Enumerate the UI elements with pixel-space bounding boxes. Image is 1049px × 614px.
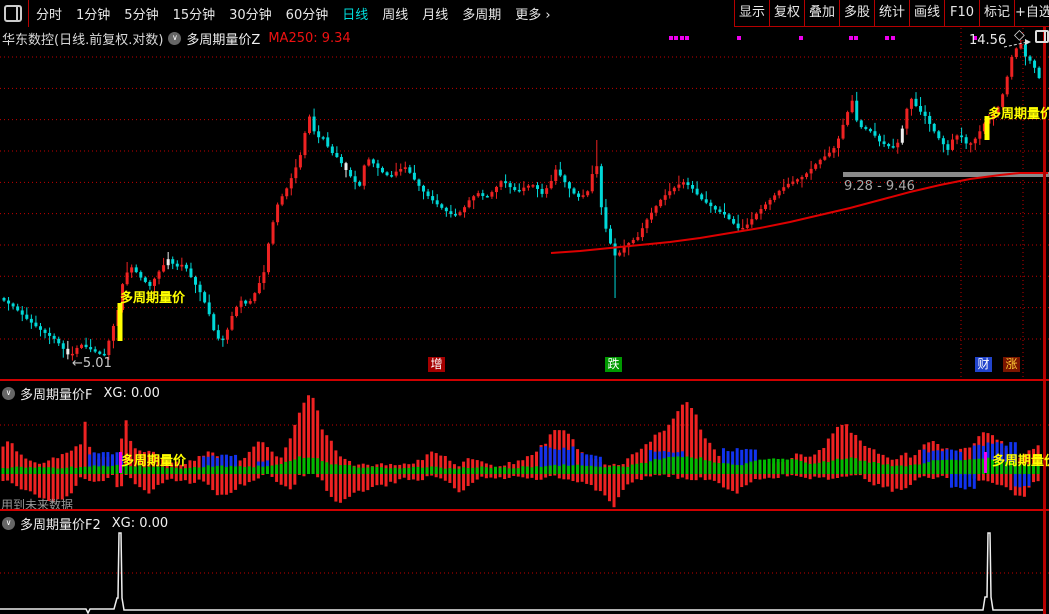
toolbar-button-4[interactable]: 统计 [874,0,909,26]
toolbar-button-6[interactable]: F10 [944,0,979,26]
menu-period-9[interactable]: 多周期 [455,4,508,23]
menu-period-3[interactable]: 15分钟 [166,4,223,23]
toolbar-button-8[interactable]: +自选 [1014,0,1049,26]
menu-period-4[interactable]: 30分钟 [222,4,279,23]
toolbar-button-3[interactable]: 多股 [839,0,874,26]
menu-period-6[interactable]: 日线 [335,4,375,23]
signal-label-panel2-left: 多周期量价 [121,454,187,469]
signal-label-panel2-right: 多周期量价 [992,454,1049,469]
high-price-label: 14.56 [969,33,1007,48]
layout-panel-icon[interactable] [4,5,22,22]
low-price-label: ←5.01 [72,356,112,371]
split-window-icon[interactable] [1035,30,1049,43]
toolbar-buttons: 显示 复权 叠加 多股 统计 画线 F10 标记 +自选 [734,0,1049,27]
chevron-down-icon[interactable]: ∨ [168,32,182,45]
instrument-title: 华东数控(日线.前复权.对数) [2,33,164,48]
menu-period-2[interactable]: 5分钟 [117,4,165,23]
top-toolbar: 分时 1分钟 5分钟 15分钟 30分钟 60分钟 日线 周线 月线 多周期 更多 › 显示 复权 叠加… [0,0,1049,27]
chevron-down-icon[interactable]: ∨ [2,517,15,530]
ma250-line [550,172,1048,254]
panel2-xg-value: XG: 0.00 [103,386,160,401]
magenta-ticks [669,36,977,40]
event-badge-1[interactable]: 跌 [605,357,622,372]
band-range-label: 9.28 - 9.46 [844,179,915,194]
signal-label-main-left: 多周期量价 [120,291,186,306]
diamond-marker-icon[interactable]: ◇ [1014,27,1025,43]
toolbar-button-7[interactable]: 标记 [979,0,1014,26]
panel3-xg-value: XG: 0.00 [111,516,169,531]
panel2-indicator-name[interactable]: 多周期量价F [20,384,92,403]
panel3-indicator-name[interactable]: 多周期量价F2 [20,514,101,533]
menu-period-5[interactable]: 60分钟 [279,4,336,23]
toolbar-button-0[interactable]: 显示 [734,0,769,26]
chart-title-row: 华东数控(日线.前复权.对数) ∨ 多周期量价Z MA250: 9.34 [2,29,351,48]
menu-period-8[interactable]: 月线 [415,4,455,23]
main-gridlines [0,28,1049,378]
event-badge-3[interactable]: 涨 [1003,357,1020,372]
main-candlestick-chart[interactable] [0,28,1049,380]
chevron-down-icon[interactable]: ∨ [2,387,15,400]
candles [2,39,1041,361]
menu-period-1[interactable]: 1分钟 [69,4,117,23]
panel2-header: ∨ 多周期量价F XG: 0.00 [2,384,160,403]
trading-app-window: 分时 1分钟 5分钟 15分钟 30分钟 60分钟 日线 周线 月线 多周期 更多 › 显示 复权 叠加… [0,0,1049,614]
toolbar-button-5[interactable]: 画线 [909,0,944,26]
signal-label-main-right: 多周期量价 [988,107,1049,122]
menu-period-10[interactable]: 更多 › [508,4,557,23]
toolbar-button-1[interactable]: 复权 [769,0,804,26]
panel-separator[interactable] [0,509,1049,511]
event-badge-2[interactable]: 财 [975,357,992,372]
menu-period-0[interactable]: 分时 [29,4,69,23]
event-badge-0[interactable]: 增 [428,357,445,372]
toolbar-button-2[interactable]: 叠加 [804,0,839,26]
panel3-header: ∨ 多周期量价F2 XG: 0.00 [2,514,168,533]
period-menu: 分时 1分钟 5分钟 15分钟 30分钟 60分钟 日线 周线 月线 多周期 更多 › [29,0,558,27]
menu-period-7[interactable]: 周线 [375,4,415,23]
ma250-value-label: MA250: 9.34 [268,31,351,46]
panel-separator[interactable] [0,379,1049,381]
main-indicator-name[interactable]: 多周期量价Z [186,29,260,48]
